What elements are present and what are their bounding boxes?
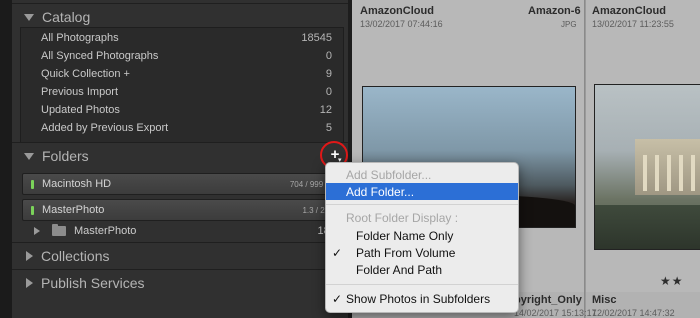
water-shape [595,205,700,249]
menu-item-label: Folder And Path [356,262,443,277]
catalog-item-updated-photos[interactable]: Updated Photos 12 [20,101,340,119]
folders-title: Folders [42,148,89,164]
catalog-item-label: Quick Collection + [41,68,130,80]
photo-filename: pyright_Only [514,294,582,306]
column-shape [667,155,671,191]
catalog-item-added-by-export[interactable]: Added by Previous Export 5 [20,119,340,137]
folders-context-menu: Add Subfolder... Add Folder... Root Fold… [325,162,519,313]
catalog-item-label: All Photographs [41,32,119,44]
catalog-item-count: 18545 [301,32,332,44]
publish-services-header[interactable]: Publish Services [12,269,348,296]
panel-edge [0,0,12,318]
catalog-item-label: All Synced Photographs [41,50,159,62]
volume-status-indicator-icon [31,205,34,215]
catalog-item-count: 9 [325,68,332,80]
folder-icon [52,224,66,236]
catalog-header[interactable]: Catalog [12,3,348,30]
menu-section-label: Root Folder Display : [346,210,459,225]
photo-filename: Misc [592,294,617,306]
menu-separator [326,284,518,285]
catalog-item-all-photographs[interactable]: All Photographs 18545 [20,29,340,47]
catalog-item-label: Added by Previous Export [41,122,169,134]
menu-item-folder-name-only[interactable]: Folder Name Only [326,227,518,244]
volume-name: MasterPhoto [42,204,105,216]
expand-triangle-icon[interactable] [24,152,34,160]
photo-filename: Amazon-6 [528,5,581,17]
photo-date: 13/02/2017 11:23:55 [592,19,674,29]
checkmark-icon: ✓ [332,291,343,306]
menu-item-folder-and-path[interactable]: Folder And Path [326,261,518,278]
catalog-item-label: Updated Photos [41,104,120,116]
volume-name: Macintosh HD [42,178,112,190]
photo-extension: JPG [561,20,577,29]
expand-triangle-icon[interactable] [34,227,40,235]
menu-item-path-from-volume[interactable]: ✓ Path From Volume [326,244,518,261]
column-shape [679,155,683,191]
catalog-item-count: 5 [325,122,332,134]
volume-status-indicator-icon [31,179,34,189]
menu-separator [326,204,518,205]
catalog-item-previous-import[interactable]: Previous Import 0 [20,83,340,101]
menu-item-label: Add Folder... [346,184,415,199]
catalog-item-all-synced[interactable]: All Synced Photographs 0 [20,47,340,65]
collections-header[interactable]: Collections [12,242,348,269]
folders-header[interactable]: Folders [12,142,348,169]
collapse-triangle-icon[interactable] [26,278,33,288]
expand-triangle-icon[interactable] [24,13,34,21]
menu-item-show-photos-subfolders[interactable]: ✓ Show Photos in Subfolders [326,290,518,307]
menu-item-add-subfolder[interactable]: Add Subfolder... [326,166,518,183]
photo-date: 13/02/2017 07:44:16 [360,19,443,29]
column-shape [643,155,647,191]
photo-source: AmazonCloud [592,5,666,17]
column-shape [655,155,659,191]
menu-item-label: Add Subfolder... [346,167,432,182]
catalog-item-count: 0 [325,86,332,98]
photo-source: AmazonCloud [360,5,434,17]
menu-item-add-folder[interactable]: Add Folder... [326,183,518,200]
catalog-title: Catalog [42,9,91,25]
checkmark-icon: ✓ [332,245,343,260]
publish-services-title: Publish Services [41,275,145,291]
menu-item-label: Path From Volume [356,245,456,260]
column-shape [691,155,695,191]
catalog-item-count: 12 [319,104,332,116]
photo-date: 12/02/2017 14:47:32 [592,308,675,318]
rating-stars-icon[interactable]: ★★ [660,274,684,288]
menu-section-root-display: Root Folder Display : [326,209,518,226]
photo-date: 14/02/2017 15:13:17 [514,308,597,318]
menu-item-label: Show Photos in Subfolders [346,291,491,306]
catalog-item-label: Previous Import [41,86,119,98]
folder-masterphoto[interactable]: MasterPhoto 1825 [22,222,348,240]
collapse-triangle-icon[interactable] [26,251,33,261]
catalog-item-quick-collection[interactable]: Quick Collection + 9 [20,65,340,83]
volume-macintosh-hd[interactable]: Macintosh HD 704 / 999 GB [22,173,346,195]
folder-name: MasterPhoto [74,225,137,237]
collections-title: Collections [41,248,110,264]
menu-item-label: Folder Name Only [356,228,454,243]
catalog-item-count: 0 [325,50,332,62]
photo-thumbnail-bridge[interactable] [594,84,700,250]
volume-masterphoto[interactable]: MasterPhoto 1.3 / 2 TB [22,199,346,221]
